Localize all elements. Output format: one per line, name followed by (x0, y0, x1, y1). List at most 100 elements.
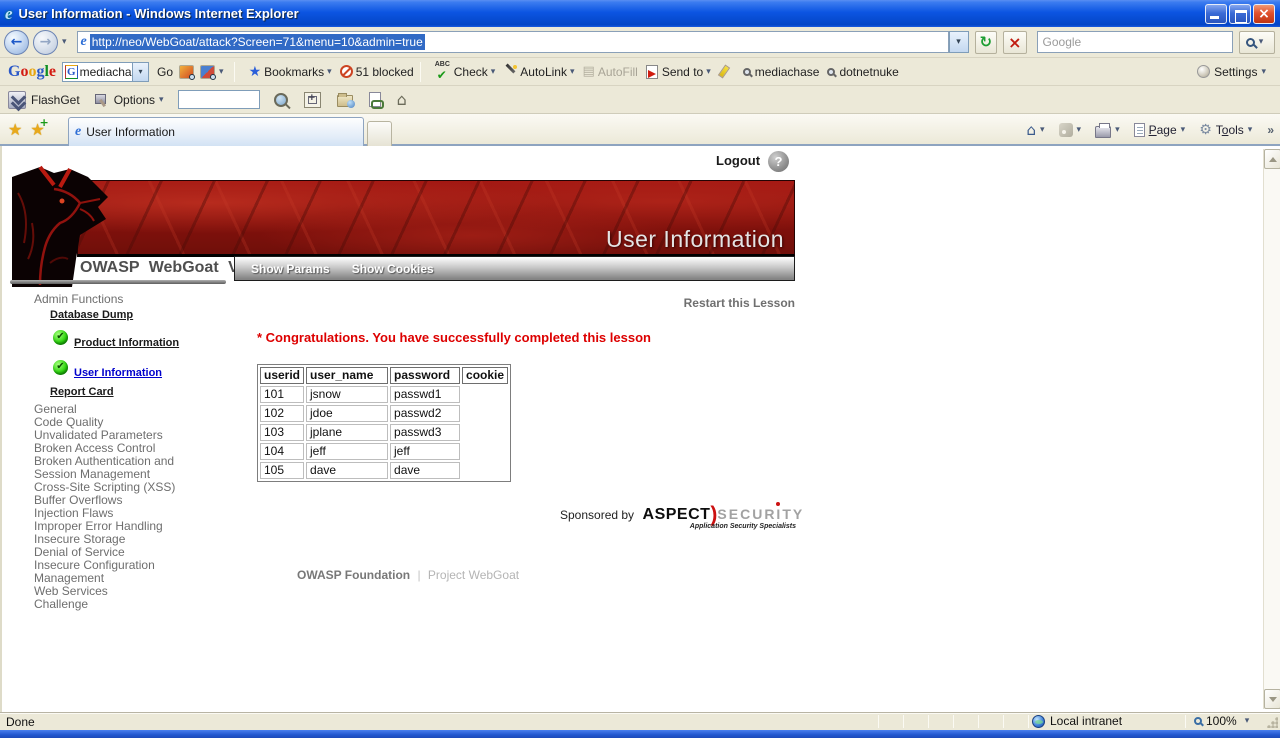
tools-menu-button[interactable]: ⚙Tools▾ (1196, 120, 1259, 140)
restore-button[interactable] (1229, 4, 1251, 24)
sidebar-header-admin-functions[interactable]: Admin Functions (34, 292, 123, 306)
title-bar: e User Information - Windows Internet Ex… (0, 0, 1280, 27)
scroll-up-button[interactable] (1264, 149, 1280, 169)
download-links-icon[interactable] (369, 92, 381, 107)
project-webgoat-link[interactable]: Project WebGoat (428, 568, 519, 582)
resize-grip[interactable] (1266, 716, 1278, 728)
new-tab-button[interactable] (367, 121, 392, 146)
history-dropdown[interactable]: ▾ (62, 37, 67, 47)
mediachase-search-button[interactable]: mediachase (743, 65, 820, 79)
search-go-button[interactable]: ▾ (1239, 31, 1275, 54)
stop-button[interactable]: × (1003, 31, 1026, 54)
dotnetnuke-search-button[interactable]: dotnetnuke (827, 65, 898, 79)
popup-blocker-button[interactable]: 51 blocked (340, 65, 414, 79)
vertical-scrollbar[interactable] (1263, 149, 1280, 709)
zoom-control[interactable]: 100% ▾ (1194, 714, 1253, 728)
sidebar-link-report-card[interactable]: Report Card (50, 386, 114, 398)
site-explorer-icon[interactable] (337, 95, 353, 107)
send-to-button[interactable]: Send to ▾ (646, 65, 711, 79)
tab-bar: ★ ★ e User Information ⌂▾ ▾ ▾ PPageage▾ … (0, 114, 1280, 146)
google-search-value: mediachase (80, 65, 132, 79)
home-icon: ⌂ (1026, 121, 1036, 139)
more-toolbar-buttons[interactable]: » (1267, 123, 1274, 137)
sidebar-item-challenge[interactable]: Challenge (34, 598, 204, 611)
col-header-cookie: cookie (462, 367, 508, 384)
web-search-icon[interactable] (274, 93, 288, 107)
lesson-complete-icon: ✔ (53, 360, 68, 375)
cell-cookie (462, 424, 508, 441)
word-find-icon (743, 68, 751, 76)
address-input[interactable]: e http://neo/WebGoat/attack?Screen=71&me… (77, 31, 949, 53)
rss-feed-icon (1059, 123, 1073, 137)
sponsored-by-label: Sponsored by (560, 508, 634, 522)
back-button[interactable]: ← (4, 30, 29, 55)
google-toolbar: Google Gmediachase ▾ Go ▾ ★ Bookmarks ▾ … (0, 58, 1280, 86)
page-menu-button[interactable]: PPageage▾ (1131, 121, 1193, 139)
sidebar-link-product-information[interactable]: Product Information (74, 337, 179, 349)
toolbar-settings-button[interactable]: Settings ▾ (1197, 65, 1270, 79)
search-images-icon[interactable] (200, 65, 215, 79)
spellcheck-button[interactable]: ABC✔ Check ▾ (435, 64, 496, 79)
spellcheck-icon: ABC✔ (435, 64, 451, 79)
col-header-userid: userid (260, 367, 304, 384)
table-row: 102 jdoe passwd2 (260, 405, 508, 422)
sidebar-item-broken-authentication[interactable]: Broken Authentication and Session Manage… (34, 455, 204, 481)
cell-userid: 102 (260, 405, 304, 422)
flashget-label[interactable]: FlashGet (31, 93, 80, 107)
send-to-icon (646, 65, 658, 79)
cell-userid: 104 (260, 443, 304, 460)
address-dropdown-button[interactable]: ▾ (949, 31, 969, 53)
sidebar-link-user-information[interactable]: User Information (74, 367, 162, 379)
refresh-button[interactable]: ↻ (975, 31, 998, 54)
search-type-dropdown[interactable]: ▾ (219, 67, 224, 77)
scroll-down-button[interactable] (1264, 689, 1280, 709)
restart-lesson-link[interactable]: Restart this Lesson (602, 296, 795, 310)
cell-user-name: jsnow (306, 386, 388, 403)
security-zone-indicator: Local intranet (1032, 714, 1122, 728)
print-button[interactable]: ▾ (1092, 121, 1127, 140)
minimize-button[interactable] (1205, 4, 1227, 24)
stop-icon: × (1008, 33, 1021, 52)
google-logo: Google (8, 63, 56, 81)
cell-password: jeff (390, 443, 460, 460)
flashget-input[interactable] (178, 90, 260, 109)
word-find-icon (827, 68, 835, 76)
lesson-banner: User Information (77, 180, 795, 257)
tab-favicon: e (75, 124, 81, 140)
sidebar-link-database-dump[interactable]: Database Dump (50, 309, 133, 321)
chevron-down-icon[interactable]: ▾ (159, 95, 164, 105)
mini-lens-icon (189, 74, 195, 80)
tab-user-information[interactable]: e User Information (68, 117, 364, 146)
close-icon: × (1258, 7, 1270, 21)
address-bar-row: ← → ▾ e http://neo/WebGoat/attack?Screen… (0, 27, 1280, 58)
search-options-dropdown: ▾ (1259, 37, 1264, 47)
bookmarks-star-icon: ★ (249, 64, 262, 80)
google-search-box[interactable]: Gmediachase ▾ (62, 62, 149, 82)
home-button[interactable]: ⌂▾ (1023, 119, 1051, 141)
chevron-down-icon: ▾ (491, 67, 496, 77)
flashget-options-button[interactable]: Options (114, 93, 155, 107)
add-favorite-icon[interactable]: ★ (30, 120, 44, 139)
capture-icon[interactable] (304, 92, 321, 108)
footer-separator: | (417, 568, 420, 582)
show-cookies-button[interactable]: Show Cookies (352, 262, 434, 276)
flashget-home-icon[interactable]: ⌂ (397, 92, 407, 108)
show-params-button[interactable]: Show Params (251, 262, 330, 276)
google-go-button[interactable]: Go (157, 65, 173, 79)
col-header-password: password (390, 367, 460, 384)
sidebar-item-insecure-configuration[interactable]: Insecure Configuration Management (34, 559, 204, 585)
highlighter-icon[interactable] (718, 64, 730, 78)
search-input[interactable]: Google (1037, 31, 1233, 53)
owasp-foundation-link[interactable]: OWASP Foundation (297, 568, 410, 582)
close-button[interactable]: × (1253, 4, 1275, 24)
autofill-icon: ▤ (583, 64, 595, 79)
logout-link[interactable]: Logout (716, 153, 760, 168)
search-site-icon[interactable] (179, 65, 194, 79)
google-search-dropdown[interactable]: ▾ (132, 62, 149, 82)
forward-button[interactable]: → (33, 30, 58, 55)
help-button[interactable]: ? (768, 151, 789, 172)
status-separator (978, 715, 979, 728)
autolink-button[interactable]: AutoLink ▾ (503, 65, 574, 79)
bookmarks-button[interactable]: ★ Bookmarks ▾ (249, 64, 332, 80)
favorites-center-icon[interactable]: ★ (8, 120, 22, 139)
